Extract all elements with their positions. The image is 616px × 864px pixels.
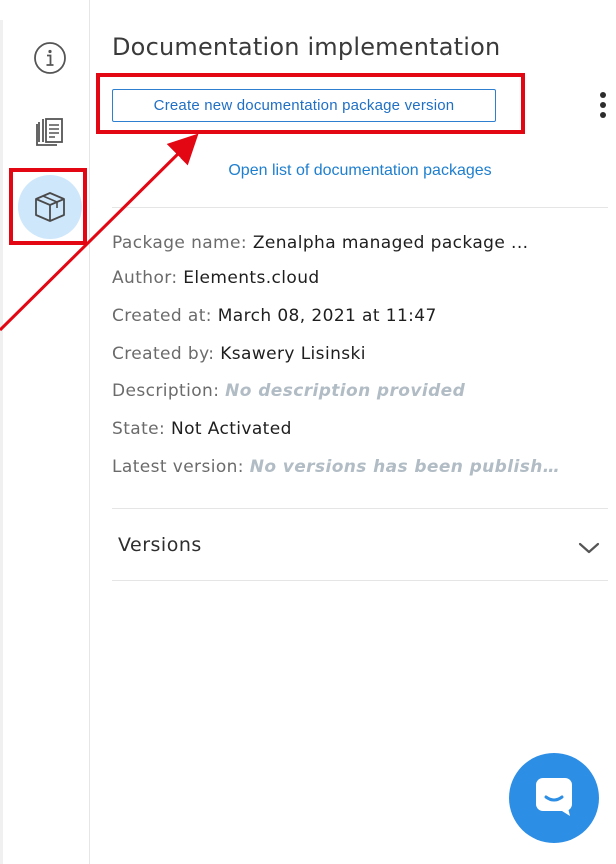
package-name-row: Package name: Zenalpha managed package .… <box>112 233 592 253</box>
page-title: Documentation implementation <box>112 33 501 61</box>
left-rail <box>0 0 90 864</box>
info-icon <box>33 41 67 75</box>
rail-documents-button[interactable] <box>18 100 82 164</box>
description-label: Description: <box>112 381 220 401</box>
description-value: No description provided <box>225 381 466 401</box>
latest-version-row: Latest version: No versions has been pub… <box>112 457 592 477</box>
chat-button[interactable] <box>509 753 599 843</box>
divider-versions-bottom <box>112 580 608 581</box>
created-by-value: Ksawery Lisinski <box>220 344 366 364</box>
divider-top <box>112 207 608 208</box>
latest-version-label: Latest version: <box>112 457 244 477</box>
description-row: Description: No description provided <box>112 381 592 401</box>
created-at-value: March 08, 2021 at 11:47 <box>217 306 437 326</box>
annotation-box-create-button <box>96 73 525 134</box>
author-label: Author: <box>112 268 178 288</box>
more-vertical-icon[interactable] <box>600 92 608 120</box>
state-value: Not Activated <box>170 419 292 439</box>
annotation-box-package-icon <box>9 168 87 245</box>
created-at-label: Created at: <box>112 306 212 326</box>
latest-version-value: No versions has been publish… <box>249 457 561 477</box>
left-edge <box>0 20 3 864</box>
chevron-down-icon[interactable] <box>578 540 600 559</box>
divider-versions-top <box>112 508 608 509</box>
created-at-row: Created at: March 08, 2021 at 11:47 <box>112 306 592 326</box>
rail-info-button[interactable] <box>18 26 82 90</box>
created-by-label: Created by: <box>112 344 215 364</box>
state-label: State: <box>112 419 166 439</box>
open-packages-link[interactable]: Open list of documentation packages <box>112 162 608 180</box>
created-by-row: Created by: Ksawery Lisinski <box>112 344 592 364</box>
documents-icon <box>34 115 66 149</box>
chat-icon <box>532 774 576 822</box>
author-value: Elements.cloud <box>183 268 320 288</box>
author-row: Author: Elements.cloud <box>112 268 592 288</box>
versions-accordion-header[interactable]: Versions <box>118 534 202 556</box>
state-row: State: Not Activated <box>112 419 592 439</box>
package-name-label: Package name: <box>112 233 248 253</box>
package-name-value: Zenalpha managed package ... <box>252 233 529 253</box>
